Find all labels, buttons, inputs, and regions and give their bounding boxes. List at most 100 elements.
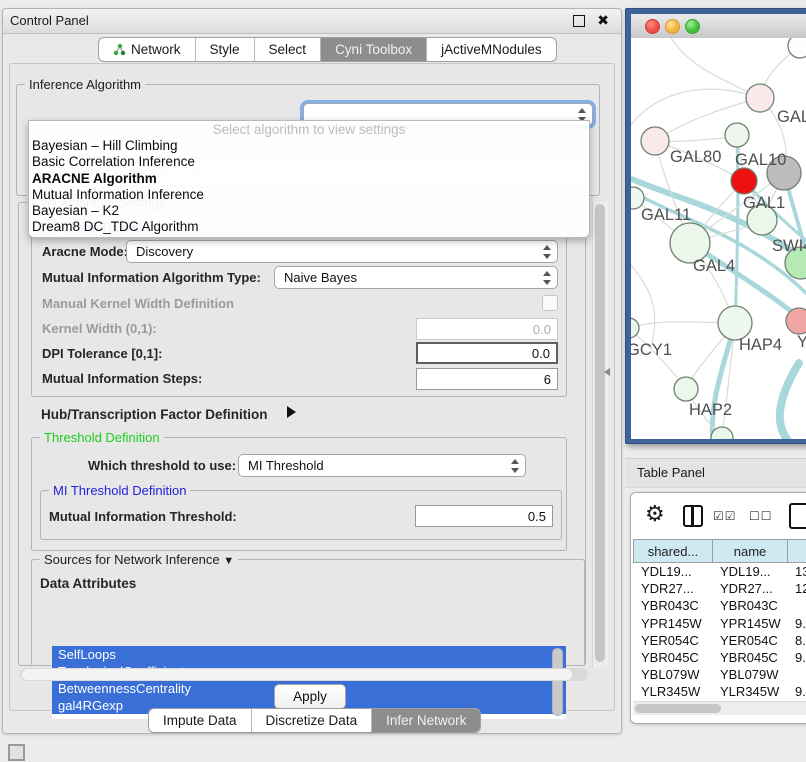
hub-tf-definition-label[interactable]: Hub/Transcription Factor Definition	[41, 407, 268, 422]
table-header-row: shared...name	[633, 539, 806, 563]
network-node-label: GAL11	[641, 206, 691, 224]
aracne-mode-combobox[interactable]: Discovery	[126, 240, 558, 263]
scrollbar-thumb[interactable]	[635, 704, 721, 713]
mi-threshold-label: Mutual Information Threshold:	[49, 509, 237, 524]
algorithm-dropdown-placeholder: Select algorithm to view settings	[29, 121, 589, 138]
algorithm-option[interactable]: Dream8 DC_TDC Algorithm	[29, 219, 589, 235]
float-window-icon[interactable]	[573, 15, 585, 27]
which-threshold-combobox[interactable]: MI Threshold	[238, 454, 526, 477]
tab-infer-network[interactable]: Infer Network	[372, 709, 480, 732]
control-panel-titlebar[interactable]: Control Panel ✖	[3, 9, 621, 34]
select-all-checkboxes-icon[interactable]: ☑☑	[713, 509, 737, 523]
table-cell: YBR045C	[712, 649, 787, 666]
network-edge[interactable]	[780, 363, 799, 439]
table-cell: YPR145W	[712, 615, 787, 632]
table-panel-title: Table Panel	[637, 465, 705, 480]
which-threshold-value: MI Threshold	[248, 458, 324, 473]
table-cell: YBR045C	[633, 649, 712, 666]
aracne-mode-value: Discovery	[136, 244, 193, 259]
tab-jactivemnodules[interactable]: jActiveMNodules	[427, 38, 556, 61]
table-cell: YBR043C	[712, 597, 787, 614]
tab-style[interactable]: Style	[196, 38, 255, 61]
dpi-tolerance-field[interactable]: 0.0	[416, 342, 558, 364]
settings-vertical-scrollbar[interactable]	[592, 202, 608, 668]
table-column-header[interactable]: shared...	[633, 539, 712, 563]
columns-icon[interactable]	[683, 505, 703, 527]
collapsed-panel-icon[interactable]	[8, 744, 25, 761]
table-cell: YBL079W	[712, 666, 787, 683]
algorithm-option[interactable]: Bayesian – Hill Climbing	[29, 138, 589, 154]
network-node-label: SWI4	[772, 237, 806, 255]
kernel-width-field[interactable]: 0.0	[416, 318, 558, 340]
tab-cyni-toolbox[interactable]: Cyni Toolbox	[321, 38, 427, 61]
network-canvas[interactable]: GALGAL80GAL10GAL1GAL11SWI4GAL4GCY1HAP4YH…	[631, 38, 806, 439]
close-traffic-light-icon[interactable]	[645, 19, 660, 34]
table-cell: YLR345W	[633, 683, 712, 700]
table-cell: YER054C	[633, 632, 712, 649]
tab-select[interactable]: Select	[255, 38, 322, 61]
sources-group-title: Sources for Network Inference ▼	[40, 552, 238, 567]
algorithm-option[interactable]: ARACNE Algorithm	[29, 171, 589, 187]
network-window-titlebar[interactable]	[631, 14, 806, 39]
settings-horizontal-scrollbar[interactable]	[20, 668, 588, 681]
attributes-list-scrollbar[interactable]	[552, 648, 563, 716]
tab-discretize-data[interactable]: Discretize Data	[252, 709, 373, 732]
network-node-hap2[interactable]	[674, 377, 698, 401]
network-node[interactable]	[788, 38, 806, 58]
table-row[interactable]: YER054CYER054C8.	[633, 632, 806, 649]
collapse-down-icon[interactable]: ▼	[223, 555, 234, 567]
table-row[interactable]: YPR145WYPR145W9.	[633, 615, 806, 632]
network-node-y[interactable]	[786, 308, 806, 334]
algorithm-option[interactable]: Bayesian – K2	[29, 203, 589, 219]
network-node-label: GAL10	[735, 151, 786, 169]
expand-right-icon[interactable]	[287, 406, 296, 418]
which-threshold-label: Which threshold to use:	[88, 458, 236, 473]
network-node-hap4[interactable]	[718, 306, 752, 340]
table-cell: 9.	[787, 683, 806, 700]
network-node-label: GAL80	[670, 148, 721, 166]
network-node-label: Y	[797, 333, 806, 351]
scrollbar-thumb[interactable]	[22, 669, 572, 680]
scrollbar-thumb[interactable]	[595, 204, 605, 662]
table-row[interactable]: YBR045CYBR045C9.	[633, 649, 806, 666]
network-graph-icon	[113, 43, 126, 56]
table-column-header[interactable]	[787, 539, 806, 563]
network-node-gal1[interactable]	[731, 168, 757, 194]
table-column-header[interactable]: name	[712, 539, 787, 563]
manual-kernel-width-checkbox[interactable]	[542, 295, 558, 311]
algorithm-option[interactable]: Basic Correlation Inference	[29, 154, 589, 170]
algorithm-option[interactable]: Mutual Information Inference	[29, 187, 589, 203]
close-icon[interactable]: ✖	[597, 12, 609, 29]
apply-button[interactable]: Apply	[274, 684, 346, 709]
zoom-traffic-light-icon[interactable]	[685, 19, 700, 34]
data-attribute-item[interactable]: SelfLoops	[52, 646, 566, 663]
mi-algorithm-type-combobox[interactable]: Naive Bayes	[274, 266, 558, 289]
network-node-gal80[interactable]	[641, 127, 669, 155]
network-graph[interactable]: GALGAL80GAL10GAL1GAL11SWI4GAL4GCY1HAP4YH…	[631, 38, 806, 439]
minimize-traffic-light-icon[interactable]	[665, 19, 680, 34]
gear-icon[interactable]: ⚙	[645, 501, 665, 527]
table-cell	[787, 666, 806, 683]
mi-algorithm-type-label: Mutual Information Algorithm Type:	[42, 270, 261, 285]
table-row[interactable]: YBL079WYBL079W	[633, 666, 806, 683]
tab-network[interactable]: Network	[99, 38, 196, 61]
table-row[interactable]: YBR043CYBR043C	[633, 597, 806, 614]
table-horizontal-scrollbar[interactable]	[633, 701, 806, 715]
table-cell: 12	[787, 580, 806, 597]
network-node-gal[interactable]	[746, 84, 774, 112]
deselect-all-checkboxes-icon[interactable]: ☐☐	[749, 509, 773, 523]
network-node-gcy1[interactable]	[631, 318, 639, 338]
table-row[interactable]: YDR27...YDR27...12	[633, 580, 806, 597]
mi-algorithm-type-value: Naive Bayes	[284, 270, 357, 285]
table-row[interactable]: YLR345WYLR345W9.	[633, 683, 806, 700]
splitpane-collapse-icon[interactable]	[604, 368, 610, 376]
network-node-gal10[interactable]	[725, 123, 749, 147]
new-table-icon[interactable]	[789, 503, 806, 529]
table-row[interactable]: YDL19...YDL19...13	[633, 563, 806, 580]
network-node-label: GAL1	[743, 194, 785, 212]
mi-threshold-field[interactable]: 0.5	[415, 505, 553, 527]
aracne-mode-label: Aracne Mode:	[42, 244, 128, 259]
algorithm-dropdown-items: Bayesian – Hill ClimbingBasic Correlatio…	[29, 138, 589, 236]
mi-steps-field[interactable]: 6	[416, 368, 558, 390]
tab-impute-data[interactable]: Impute Data	[149, 709, 252, 732]
